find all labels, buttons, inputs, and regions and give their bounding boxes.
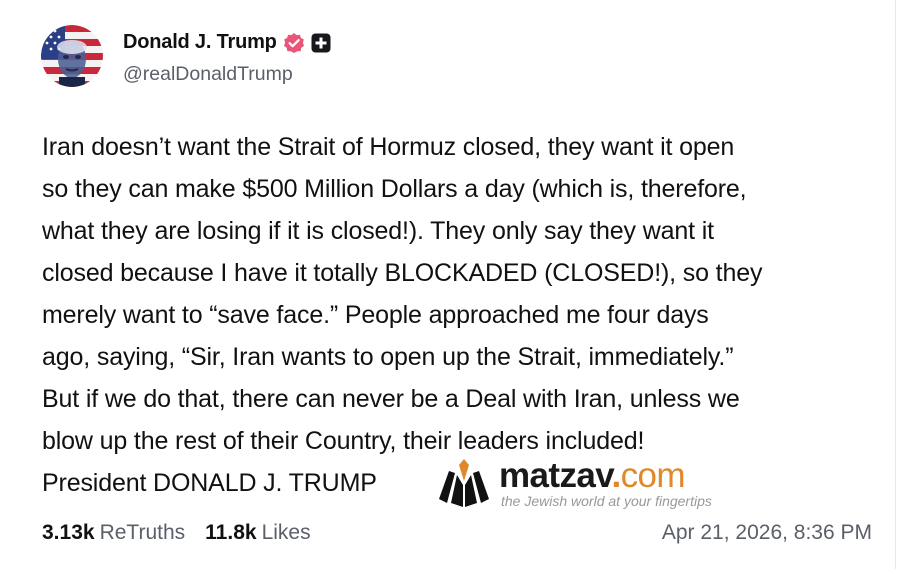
likes-stat[interactable]: 11.8k Likes [205,521,310,545]
post-body-line: Iran doesn’t want the Strait of Hormuz c… [42,133,735,161]
post-body-line: merely want to “save face.” People appro… [42,301,709,329]
matzav-brand-tld: com [620,456,686,495]
matzav-logo-icon [437,459,491,509]
engagement-stats: 3.13k ReTruths 11.8k Likes [42,521,311,545]
matzav-brand-name: matzav [499,456,612,495]
matzav-tagline: the Jewish world at your fingertips [501,493,712,509]
likes-label: Likes [261,521,311,544]
retruths-count: 3.13k [42,521,95,544]
author-name[interactable]: Donald J. Trump [123,31,277,54]
author-handle[interactable]: @realDonaldTrump [123,63,293,86]
retruths-label: ReTruths [99,521,186,544]
author-name-row: Donald J. Trump [123,31,331,54]
post-body-line: But if we do that, there can never be a … [42,385,740,413]
post-body: Iran doesn’t want the Strait of Hormuz c… [42,126,882,504]
card-border [895,0,896,569]
avatar-image [41,25,103,87]
post-body-line: ago, saying, “Sir, Iran wants to open up… [42,343,734,371]
post-body-line: what they are losing if it is closed!). … [42,217,714,245]
likes-count: 11.8k [205,521,257,544]
plus-badge-icon [311,33,331,53]
avatar[interactable] [41,25,103,87]
post-timestamp[interactable]: Apr 21, 2026, 8:36 PM [662,521,872,545]
matzav-brand-text: matzav.com [499,456,686,496]
post-body-line: blow up the rest of their Country, their… [42,427,645,455]
post-body-line: so they can make $500 Million Dollars a … [42,175,747,203]
retruths-stat[interactable]: 3.13k ReTruths [42,521,185,545]
verified-badge-icon [283,32,305,54]
matzav-watermark: matzav.com the Jewish world at your fing… [437,456,737,513]
matzav-brand-dot: . [611,456,621,495]
post-card: Donald J. Trump @realDonaldTrump Iran do… [0,0,902,569]
post-body-line: closed because I have it totally BLOCKAD… [42,259,763,287]
